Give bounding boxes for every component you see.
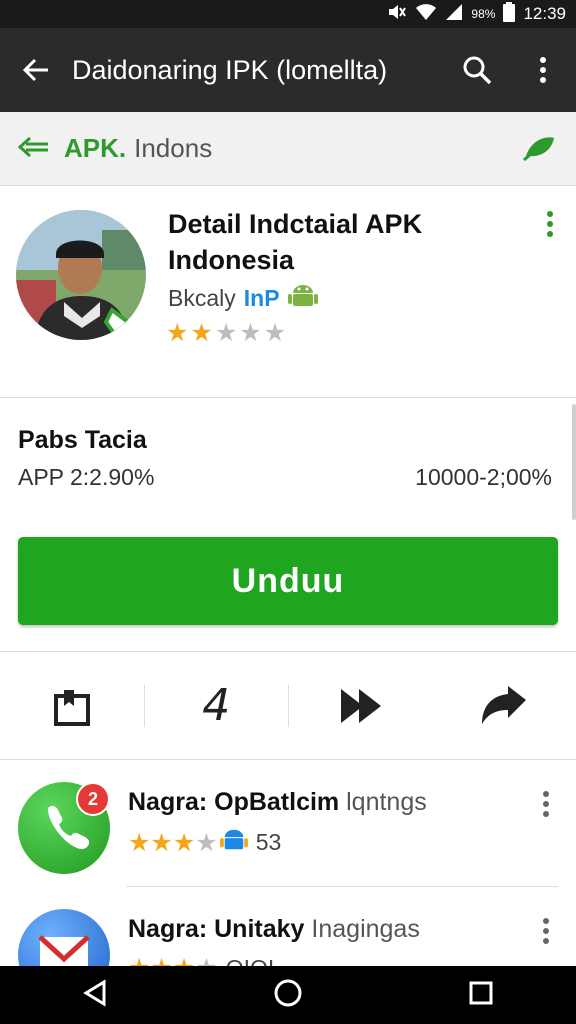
star-filled-icon: ★ [150,954,172,966]
square-recents-icon [469,981,493,1004]
star-empty-icon: ★ [239,319,262,347]
green-back-arrow-icon[interactable] [17,134,50,164]
share-icon [482,685,527,724]
app-detail-card: Detail Indctaial APK Indonesia Bkcaly In… [0,186,576,398]
mute-icon [387,3,407,25]
mail-app-icon [18,909,110,966]
system-nav-bar [0,966,576,1024]
bookmark-icon [53,689,90,726]
list-item-count: OIOI [226,955,275,967]
rating-stars: ★★★★ [128,828,218,858]
fast-forward-button[interactable] [289,652,433,759]
info-right-value: 10000-2;00% [415,464,552,490]
brand-label[interactable]: APK. [64,133,126,164]
developer-name: Bkcaly [168,284,236,311]
rating-stars: ★★★★ [128,953,218,966]
list-item-title-rest: Inagingas [311,915,420,943]
android-icon [287,281,318,315]
fast-forward-icon [340,688,381,723]
app-avatar [16,210,146,340]
list-item-title: Nagra: Unitaky Inagingas [128,915,420,944]
star-filled-icon: ★ [166,319,189,347]
star-filled-icon: ★ [128,954,150,966]
app-name-line2: Indonesia [168,245,295,275]
nav-recents-button[interactable] [468,980,494,1011]
developer-row[interactable]: Bkcaly InP [168,281,318,315]
star-filled-icon: ★ [190,319,213,347]
action-row: 4 [0,652,576,760]
app-info-block: Pabs Tacia APP 2:2.90% 10000-2;00% Unduu [0,398,576,652]
notification-badge: 2 [76,782,110,816]
triangle-back-icon [83,978,106,1007]
list-item-title-rest: lqntngs [346,788,427,816]
overflow-menu-icon [540,57,546,83]
back-arrow-icon [22,58,48,82]
app-name: Detail Indctaial APK Indonesia [168,206,518,278]
count-cell[interactable]: 4 [145,652,289,759]
developer-tag: InP [243,284,280,311]
breadcrumb-label[interactable]: Indons [134,133,212,164]
android-icon [219,826,248,859]
scrollbar[interactable] [572,404,576,520]
list-item[interactable]: Nagra: Unitaky Inagingas ★★★★ OIOI [0,887,576,966]
overflow-menu-icon [543,791,549,817]
star-empty-icon: ★ [263,319,287,347]
overflow-menu-icon [543,918,549,944]
list-item-menu[interactable] [542,790,550,823]
circle-home-icon [274,979,302,1006]
leaf-icon[interactable] [522,132,558,167]
star-empty-icon: ★ [214,319,238,347]
list-item-title-bold: Nagra: Unitaky [128,915,305,943]
status-bar: 98% 12:39 [0,0,576,28]
nav-back-button[interactable] [82,978,108,1012]
action-count: 4 [202,680,231,731]
list-item-title-bold: Nagra: OpBatlcim [128,788,340,816]
star-filled-icon: ★ [150,828,173,857]
page-title: Daidonaring IPK (lomellta) [72,54,388,85]
star-filled-icon: ★ [172,828,196,857]
star-filled-icon: ★ [173,954,195,966]
overflow-menu-icon [547,211,553,237]
share-button[interactable] [433,652,576,759]
battery-icon [503,1,516,27]
battery-percent: 98% [471,7,496,21]
info-title: Pabs Tacia [18,426,147,454]
list-item-title: Nagra: OpBatlcim lqntngs [128,788,427,817]
list-item-meta: ★★★★ OIOI [128,953,274,966]
app-bar: Daidonaring IPK (lomellta) [0,28,576,112]
list-item-count: 53 [255,829,282,855]
nav-home-button[interactable] [273,978,303,1013]
list-item-menu[interactable] [542,917,550,950]
list-item-meta: ★★★★ 53 [128,826,281,859]
overflow-menu-button[interactable] [510,56,576,84]
star-filled-icon: ★ [128,828,151,857]
card-overflow-menu[interactable] [546,210,554,243]
star-empty-icon: ★ [195,954,217,966]
wifi-icon [415,3,437,26]
clock: 12:39 [523,4,566,23]
bookmark-button[interactable] [0,652,144,759]
search-button[interactable] [444,55,510,85]
related-apps-list: 2 Nagra: OpBatlcim lqntngs ★★★★ 53 Nagra… [0,760,576,966]
breadcrumb-bar: APK. Indons [0,112,576,186]
back-button[interactable] [0,55,72,85]
search-icon [463,56,492,85]
list-item[interactable]: 2 Nagra: OpBatlcim lqntngs ★★★★ 53 [0,760,576,886]
install-button[interactable]: Unduu [18,537,558,625]
app-name-line1: Detail Indctaial APK [168,209,423,239]
rating-stars: ★ ★ ★ ★ ★ [166,318,286,348]
signal-icon [445,3,463,26]
star-empty-icon: ★ [195,828,218,857]
info-left-value: APP 2:2.90% [18,464,155,490]
